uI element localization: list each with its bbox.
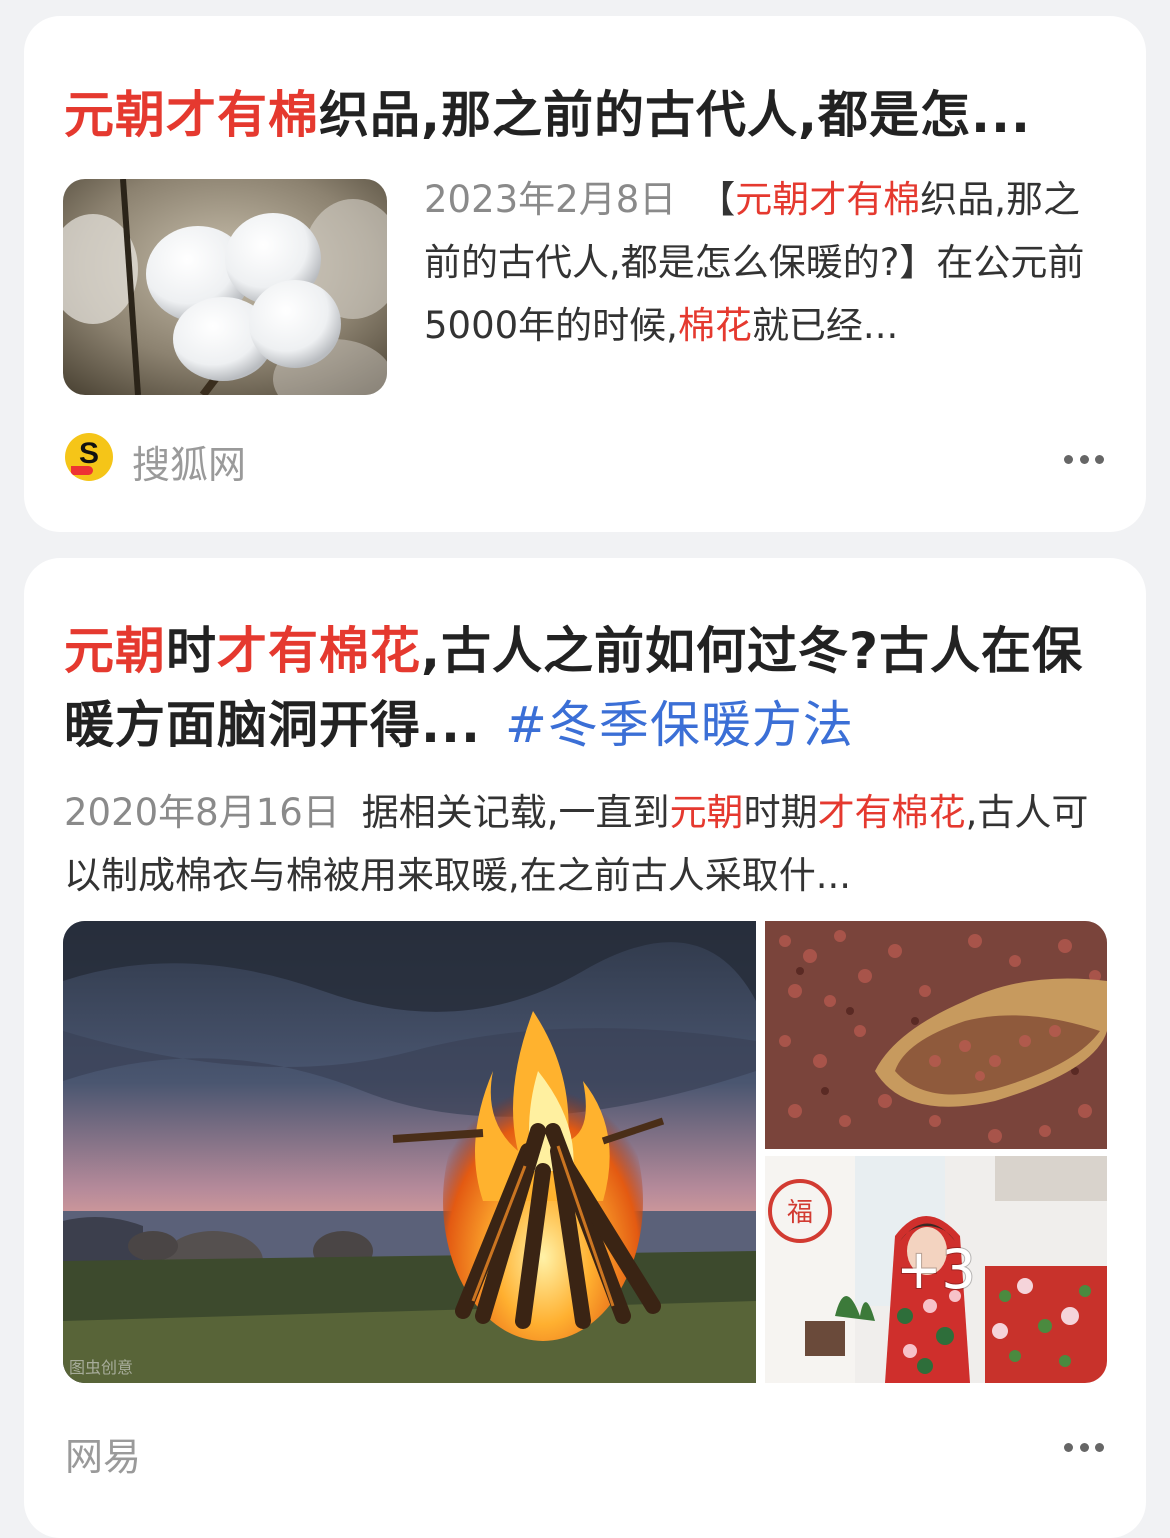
publish-date: 2023年2月8日: [424, 178, 677, 221]
result-card-163[interactable]: 元朝时才有棉花,古人之前如何过冬?古人在保暖方面脑洞开得... #冬季保暖方法 2…: [24, 558, 1146, 1538]
result-card-sohu[interactable]: 元朝才有棉织品,那之前的古代人,都是怎... 2023年2月8日 【元朝才有棉织…: [24, 16, 1146, 532]
result-title[interactable]: 元朝才有棉织品,那之前的古代人,都是怎...: [64, 78, 1106, 152]
snippet-text: 据相关记载,一直到: [361, 791, 670, 834]
girl-photo: 福 +3: [765, 1156, 1107, 1383]
source-name[interactable]: 网易: [65, 1426, 141, 1481]
more-dots-icon[interactable]: [1064, 452, 1104, 466]
cotton-thumbnail[interactable]: [63, 179, 387, 395]
snippet-highlight: 棉花: [677, 304, 752, 347]
result-snippet: 2023年2月8日 【元朝才有棉织品,那之前的古代人,都是怎么保暖的?】在公元前5…: [424, 168, 1114, 358]
more-images-count: +3: [896, 1238, 976, 1301]
result-snippet: 2020年8月16日 据相关记载,一直到元朝时期才有棉花,古人可以制成棉衣与棉被用…: [64, 781, 1109, 907]
snippet-text: 就已经...: [751, 304, 899, 347]
cotton-boll-photo: [63, 179, 387, 395]
title-text[interactable]: 时: [166, 622, 217, 680]
svg-text:福: 福: [787, 1198, 813, 1228]
peppercorn-image[interactable]: [765, 921, 1107, 1149]
bonfire-image[interactable]: 图虫创意: [63, 921, 756, 1383]
snippet-text: 【: [698, 178, 736, 221]
title-highlight[interactable]: 才有棉花: [217, 622, 421, 680]
snippet-highlight: 元朝: [669, 791, 744, 834]
source-name[interactable]: 搜狐网: [132, 434, 246, 489]
title-highlight[interactable]: 元朝: [64, 622, 166, 680]
girl-image[interactable]: 福 +3: [765, 1156, 1107, 1383]
title-highlight[interactable]: 元朝才有棉: [64, 86, 319, 144]
image-watermark: 图虫创意: [69, 1358, 133, 1377]
snippet-highlight: 才有棉花: [817, 791, 966, 834]
publish-date: 2020年8月16日: [64, 791, 340, 834]
hashtag-link[interactable]: #冬季保暖方法: [505, 696, 854, 754]
result-title[interactable]: 元朝时才有棉花,古人之前如何过冬?古人在保暖方面脑洞开得... #冬季保暖方法: [64, 614, 1106, 762]
snippet-highlight: 元朝才有棉: [735, 178, 921, 221]
sohu-logo-icon: S: [65, 433, 113, 481]
more-dots-icon[interactable]: [1064, 1440, 1104, 1454]
snippet-text: 时期: [743, 791, 818, 834]
peppercorn-photo: [765, 921, 1107, 1149]
title-text[interactable]: 织品,那之前的古代人,都是怎...: [319, 86, 1031, 144]
logo-mark: [71, 466, 93, 475]
bonfire-photo: 图虫创意: [63, 921, 756, 1383]
